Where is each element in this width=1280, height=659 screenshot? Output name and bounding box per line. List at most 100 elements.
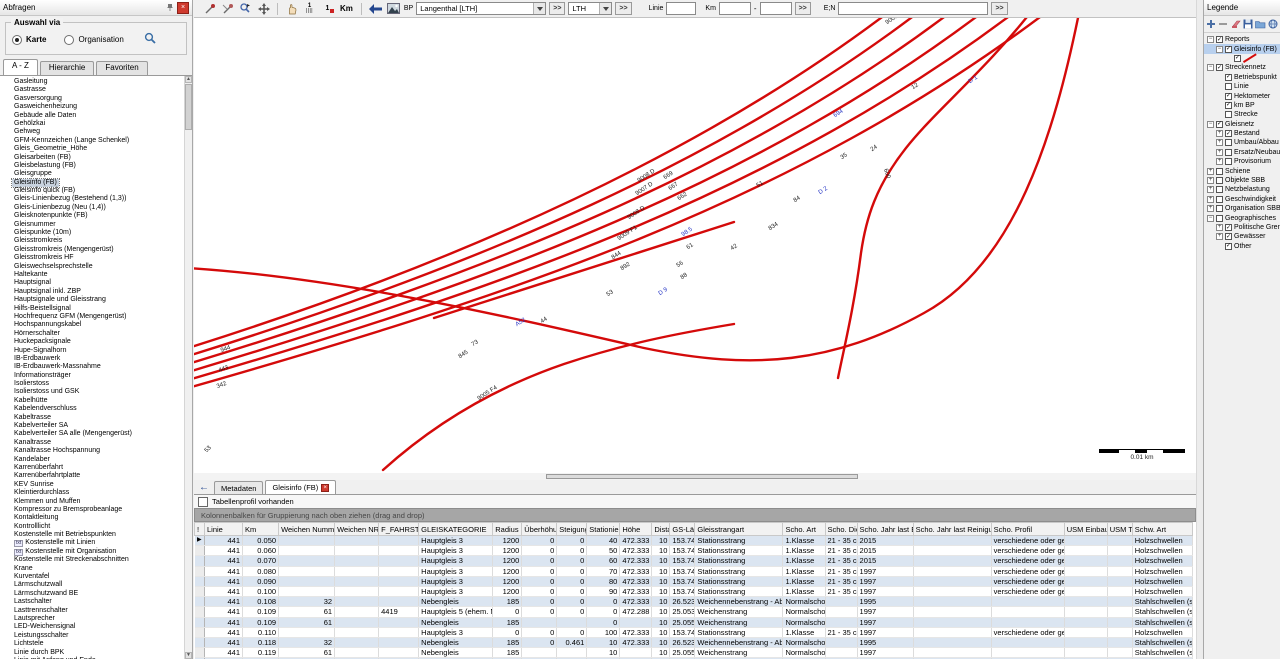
- list-item[interactable]: Gleis-Linienbezug (Neu (1,4)): [14, 204, 184, 212]
- tree-checkbox[interactable]: [1216, 215, 1223, 222]
- table-row[interactable]: 4410.060Hauptgleis 312000050472.33310153…: [195, 546, 1193, 556]
- tree-item[interactable]: +Organisation SBB: [1204, 204, 1280, 213]
- list-item[interactable]: Kleintierdurchlass: [14, 489, 184, 497]
- en-more-button[interactable]: >>: [991, 2, 1007, 15]
- list-item[interactable]: Kabelverteiler SA alle (Mengengerüst): [14, 430, 184, 438]
- list-item[interactable]: Gasversorgung: [14, 95, 184, 103]
- list-item[interactable]: Gleisinfo (FB): [14, 179, 184, 187]
- list-item[interactable]: IB-Erdbauwerk-Massnahme: [14, 363, 184, 371]
- column-header[interactable]: Scho. Art: [783, 523, 825, 536]
- list-item[interactable]: Gleisinfo quick (FB): [14, 187, 184, 195]
- table-row[interactable]: 4410.10961Nebengleis18501025.055Weichens…: [195, 617, 1193, 627]
- tab-hierarchie[interactable]: Hierarchie: [40, 61, 94, 75]
- gleisnummer-tool-icon[interactable]: 1: [320, 1, 335, 16]
- tree-item[interactable]: +✓Bestand: [1204, 129, 1280, 138]
- radio-organisation[interactable]: [64, 35, 74, 45]
- table-row[interactable]: 4410.11832Nebengleis18500.46110472.33310…: [195, 638, 1193, 648]
- column-header[interactable]: Überhöhung: [522, 523, 557, 536]
- tree-item[interactable]: +Geschwindigkeit: [1204, 195, 1280, 204]
- column-header[interactable]: USM Typ: [1107, 523, 1132, 536]
- column-header[interactable]: !: [195, 523, 205, 536]
- tree-item[interactable]: +Schiene: [1204, 166, 1280, 175]
- column-header[interactable]: GS-Länge: [670, 523, 695, 536]
- tree-item[interactable]: ✓Other: [1204, 242, 1280, 251]
- globe-icon[interactable]: [1268, 19, 1278, 30]
- tree-item[interactable]: −✓Gleisnetz: [1204, 120, 1280, 129]
- column-header[interactable]: GLEISKATEGORIE: [419, 523, 493, 536]
- tab-close-icon[interactable]: ×: [321, 484, 329, 492]
- list-item[interactable]: Lautsprecher: [14, 615, 184, 623]
- tree-item[interactable]: +✓Politische Grenzen: [1204, 223, 1280, 232]
- list-item[interactable]: KEV Sunrise: [14, 481, 184, 489]
- list-item[interactable]: Hauptsignal inkl. ZBP: [14, 288, 184, 296]
- tree-item[interactable]: +Objekte SBB: [1204, 176, 1280, 185]
- tree-item[interactable]: ✓km BP: [1204, 101, 1280, 110]
- table-row[interactable]: 4410.090Hauptgleis 312000080472.33310153…: [195, 576, 1193, 586]
- column-header[interactable]: F_FAHRSTRASSE: [379, 523, 419, 536]
- column-header[interactable]: Linie: [205, 523, 243, 536]
- tree-item[interactable]: −Geographisches: [1204, 213, 1280, 222]
- deselect-pin-icon[interactable]: [220, 1, 235, 16]
- en-input[interactable]: [838, 2, 988, 15]
- hand-tool-icon[interactable]: [284, 1, 299, 16]
- list-item[interactable]: Gasleitung: [14, 78, 184, 86]
- tree-checkbox[interactable]: ✓: [1225, 74, 1232, 81]
- tree-item[interactable]: Linie: [1204, 82, 1280, 91]
- collapse-icon[interactable]: −: [1207, 215, 1214, 222]
- list-item[interactable]: Kabelhütte: [14, 397, 184, 405]
- list-item[interactable]: Hörnerschalter: [14, 330, 184, 338]
- list-item[interactable]: Gastrasse: [14, 86, 184, 94]
- list-item[interactable]: Gleisnummer: [14, 221, 184, 229]
- list-item[interactable]: Hauptsignale und Gleisstrang: [14, 296, 184, 304]
- add-layer-icon[interactable]: [1206, 19, 1216, 30]
- list-item[interactable]: txtKostenstelle mit Linien: [14, 539, 184, 547]
- map-canvas[interactable]: 9006 D6676696629008 D9007 D9008 D9009 F1…: [194, 18, 1196, 473]
- column-header[interactable]: Weichen Nummer: [279, 523, 335, 536]
- tree-item[interactable]: +Netzbelastung: [1204, 185, 1280, 194]
- list-item[interactable]: Gleisstromkreis (Mengengerüst): [14, 246, 184, 254]
- list-item[interactable]: Kabelendverschluss: [14, 405, 184, 413]
- column-header[interactable]: Schw. Art: [1132, 523, 1192, 536]
- tab-gleisinfo[interactable]: Gleisinfo (FB) ×: [265, 480, 336, 494]
- tree-checkbox[interactable]: ✓: [1216, 36, 1223, 43]
- list-item[interactable]: Klemmen und Muffen: [14, 498, 184, 506]
- pan-cross-icon[interactable]: [256, 1, 271, 16]
- list-item[interactable]: Lärmschutzwand BE: [14, 590, 184, 598]
- bp-combobox[interactable]: Langenthal [LTH]: [416, 2, 546, 15]
- column-header[interactable]: Radius: [493, 523, 522, 536]
- station-more-button[interactable]: >>: [615, 2, 631, 15]
- tree-checkbox[interactable]: ✓: [1225, 243, 1232, 250]
- tree-checkbox[interactable]: [1216, 205, 1223, 212]
- column-header[interactable]: Scho. Jahr last Erneuerung: [857, 523, 913, 536]
- collapse-icon[interactable]: −: [1207, 36, 1214, 43]
- list-item[interactable]: Lärmschutzwall: [14, 581, 184, 589]
- table-row[interactable]: 4410.070Hauptgleis 312000060472.33310153…: [195, 556, 1193, 566]
- tree-checkbox[interactable]: ✓: [1225, 233, 1232, 240]
- collapse-icon[interactable]: −: [1207, 64, 1214, 71]
- list-item[interactable]: Isolierstoss und GSK: [14, 388, 184, 396]
- list-item[interactable]: Kandelaber: [14, 456, 184, 464]
- tree-item[interactable]: ✓: [1204, 54, 1280, 63]
- tree-checkbox[interactable]: [1225, 83, 1232, 90]
- expand-icon[interactable]: +: [1207, 205, 1214, 212]
- map-image-icon[interactable]: [386, 1, 401, 16]
- list-item[interactable]: Gleisknotenpunkte (FB): [14, 212, 184, 220]
- list-item[interactable]: Kurventafel: [14, 573, 184, 581]
- list-item[interactable]: Gehölzkai: [14, 120, 184, 128]
- list-scrollbar[interactable]: ▲ ▼: [184, 76, 192, 659]
- column-header[interactable]: Scho. Profil: [991, 523, 1064, 536]
- list-item[interactable]: Kabelverteiler SA: [14, 422, 184, 430]
- list-item[interactable]: Gehweg: [14, 128, 184, 136]
- expand-icon[interactable]: +: [1216, 139, 1223, 146]
- column-header[interactable]: Stationierung: [587, 523, 620, 536]
- tree-checkbox[interactable]: ✓: [1225, 224, 1232, 231]
- list-item[interactable]: Hochfrequenz GFM (Mengengerüst): [14, 313, 184, 321]
- hektometer-tool-icon[interactable]: 1||||: [302, 1, 317, 16]
- list-item[interactable]: Isolierstoss: [14, 380, 184, 388]
- tree-checkbox[interactable]: [1225, 158, 1232, 165]
- tree-checkbox[interactable]: ✓: [1234, 55, 1241, 62]
- list-item[interactable]: Hilfs-Beistellsignal: [14, 305, 184, 313]
- linie-input[interactable]: [666, 2, 696, 15]
- tree-item[interactable]: +Umbau/Abbau: [1204, 138, 1280, 147]
- list-item[interactable]: Gleisgruppe: [14, 170, 184, 178]
